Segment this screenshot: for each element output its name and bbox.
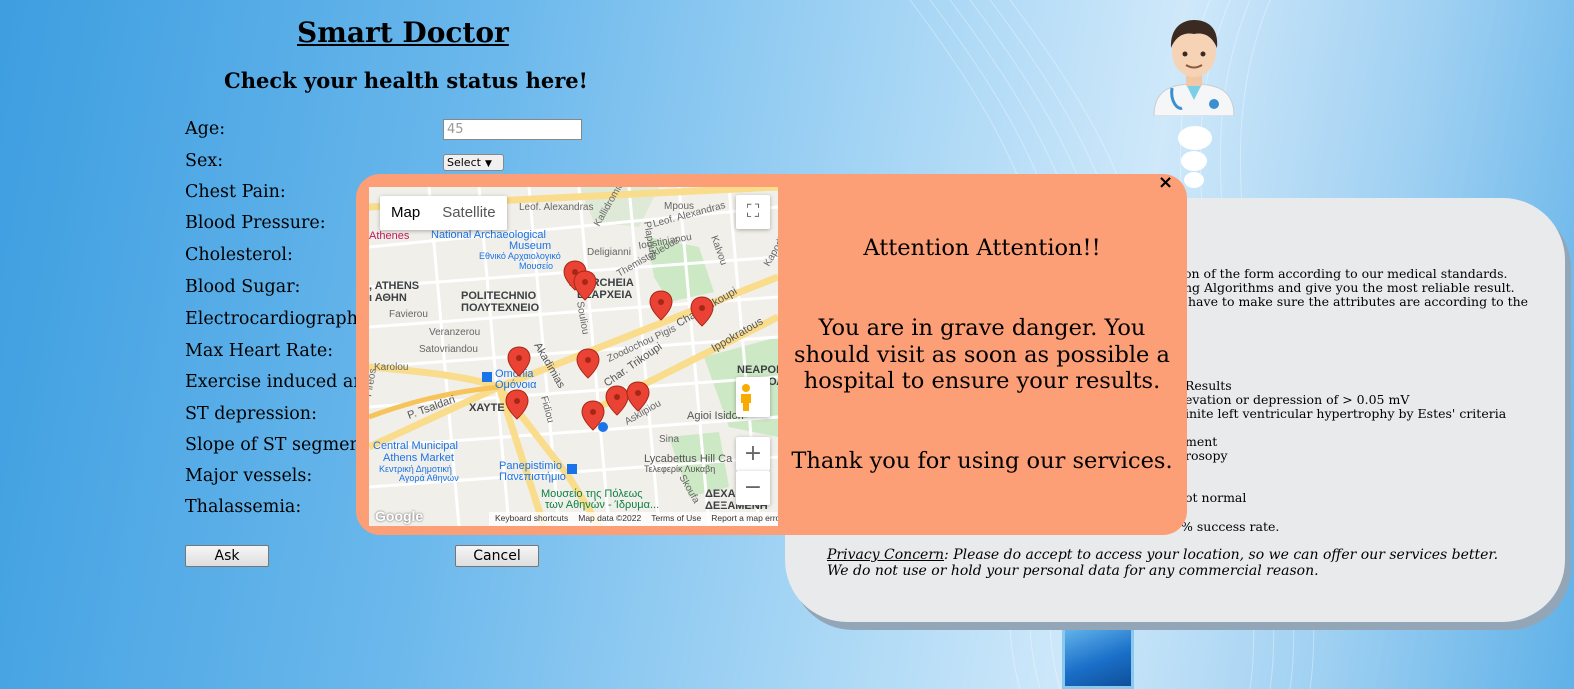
svg-text:NEAPOLI: NEAPOLI (737, 364, 778, 376)
blood-pressure-label: Blood Pressure: (185, 213, 326, 233)
svg-text:Sina: Sina (659, 434, 679, 445)
major-vessels-label: Major vessels: (185, 466, 313, 486)
info-line: inite left ventricular hypertrophy by Es… (1185, 406, 1507, 421)
cholesterol-label: Cholesterol: (185, 245, 293, 265)
svg-text:Πανεπιστήμιο: Πανεπιστήμιο (499, 471, 566, 483)
svg-text:Εθνικό Αρχαιολογικό: Εθνικό Αρχαιολογικό (479, 251, 561, 261)
svg-text:Leof. Alexandras: Leof. Alexandras (519, 202, 594, 213)
chest-pain-label: Chest Pain: (185, 182, 286, 202)
thought-bubble (1184, 172, 1204, 188)
ask-button[interactable]: Ask (185, 545, 269, 567)
info-line: ing Algorithms and give you the most rel… (1180, 280, 1515, 295)
ecg-label: Electrocardiographic (185, 309, 374, 329)
sex-select[interactable]: Select ▼ (443, 154, 504, 171)
st-depression-label: ST depression: (185, 404, 317, 424)
svg-text:Αγορά Αθηνών: Αγορά Αθηνών (399, 473, 459, 483)
info-line: ion of the form according to our medical… (1180, 266, 1508, 281)
exercise-angina-label: Exercise induced an (185, 372, 365, 392)
blood-sugar-label: Blood Sugar: (185, 277, 301, 297)
page-title: Smart Doctor (297, 16, 509, 49)
svg-text:Satovriandou: Satovriandou (419, 344, 478, 355)
svg-text:Favierou: Favierou (389, 309, 428, 320)
thalassemia-label: Thalassemia: (185, 497, 302, 517)
google-logo: Google (375, 508, 424, 524)
close-icon[interactable]: × (1158, 172, 1173, 193)
svg-text:Τελεφερίκ Λυκαβη: Τελεφερίκ Λυκαβη (644, 464, 715, 474)
report-error-link[interactable]: Report a map error (711, 513, 778, 525)
map[interactable]: Leof. Alexandras Leof. Alexandras Mpous … (369, 187, 778, 526)
max-heart-rate-label: Max Heart Rate: (185, 341, 334, 361)
svg-text:Deligianni: Deligianni (587, 247, 631, 258)
map-tab[interactable]: Map (380, 196, 431, 230)
svg-text:Μουσείο: Μουσείο (519, 261, 553, 271)
thought-bubble (1178, 126, 1212, 150)
terms-link[interactable]: Terms of Use (651, 513, 701, 525)
info-line: % success rate. (1181, 519, 1280, 534)
sex-select-value: Select (447, 156, 481, 169)
pegman-icon[interactable] (736, 377, 770, 417)
svg-text:ι ΑΘΗΝ: ι ΑΘΗΝ (369, 292, 407, 304)
age-label: Age: (185, 119, 226, 139)
info-line: rosopy (1185, 448, 1228, 463)
fullscreen-icon[interactable]: ⛶ (736, 195, 770, 229)
map-footer: Keyboard shortcuts Map data ©2022 Terms … (489, 512, 778, 526)
map-type-control[interactable]: Map Satellite (380, 196, 507, 230)
info-line: ot normal (1185, 490, 1247, 505)
sex-label: Sex: (185, 151, 224, 171)
slope-label: Slope of ST segment (185, 435, 368, 455)
svg-text:των Αθηνών - Ίδρυμα...: των Αθηνών - Ίδρυμα... (545, 499, 659, 511)
modal-thanks: Thank you for using our services. (791, 448, 1173, 474)
keyboard-shortcuts-link[interactable]: Keyboard shortcuts (495, 513, 568, 525)
doctor-icon (1153, 20, 1235, 116)
cancel-button[interactable]: Cancel (455, 545, 539, 567)
svg-text:ΧΑΥΤΕ: ΧΑΥΤΕ (469, 402, 505, 414)
svg-text:, ATHENS: , ATHENS (369, 280, 419, 292)
thought-bubble (1181, 151, 1207, 171)
info-line: Results (1185, 378, 1232, 393)
svg-text:Athens Market: Athens Market (383, 452, 454, 464)
svg-text:Veranzerou: Veranzerou (429, 327, 480, 338)
modal-attention: Attention Attention!! (863, 235, 1101, 261)
svg-text:POLITECHNIO: POLITECHNIO (461, 290, 537, 302)
modal-danger: You are in grave danger. You should visi… (794, 315, 1170, 394)
zoom-out-button[interactable]: − (736, 471, 770, 505)
info-line: evation or depression of > 0.05 mV (1185, 392, 1410, 407)
satellite-tab[interactable]: Satellite (431, 196, 506, 230)
svg-text:Athenes: Athenes (369, 230, 410, 242)
info-line: ment (1185, 434, 1218, 449)
svg-text:Mpous: Mpous (664, 201, 694, 212)
decorative-stand (1062, 618, 1134, 689)
info-line: have to make sure the attributes are acc… (1188, 294, 1529, 309)
svg-text:ΔΕΧΑ: ΔΕΧΑ (705, 488, 736, 500)
map-data-text: Map data ©2022 (578, 513, 642, 523)
zoom-in-button[interactable]: + (736, 437, 770, 471)
svg-text:ΠΟΛΥΤΕΧΝΕΙΟ: ΠΟΛΥΤΕΧΝΕΙΟ (461, 302, 540, 314)
privacy-notice: Privacy Concern: Please do accept to acc… (827, 547, 1517, 579)
svg-text:Central Municipal: Central Municipal (373, 440, 458, 452)
svg-text:Karolou: Karolou (374, 362, 408, 373)
age-input[interactable]: 45 (443, 119, 582, 140)
svg-text:Ομόνοια: Ομόνοια (495, 379, 537, 391)
privacy-title: Privacy Concern (827, 547, 945, 563)
map-canvas[interactable]: Leof. Alexandras Leof. Alexandras Mpous … (369, 187, 778, 526)
page-subtitle: Check your health status here! (224, 68, 588, 93)
chevron-down-icon: ▼ (484, 159, 492, 169)
